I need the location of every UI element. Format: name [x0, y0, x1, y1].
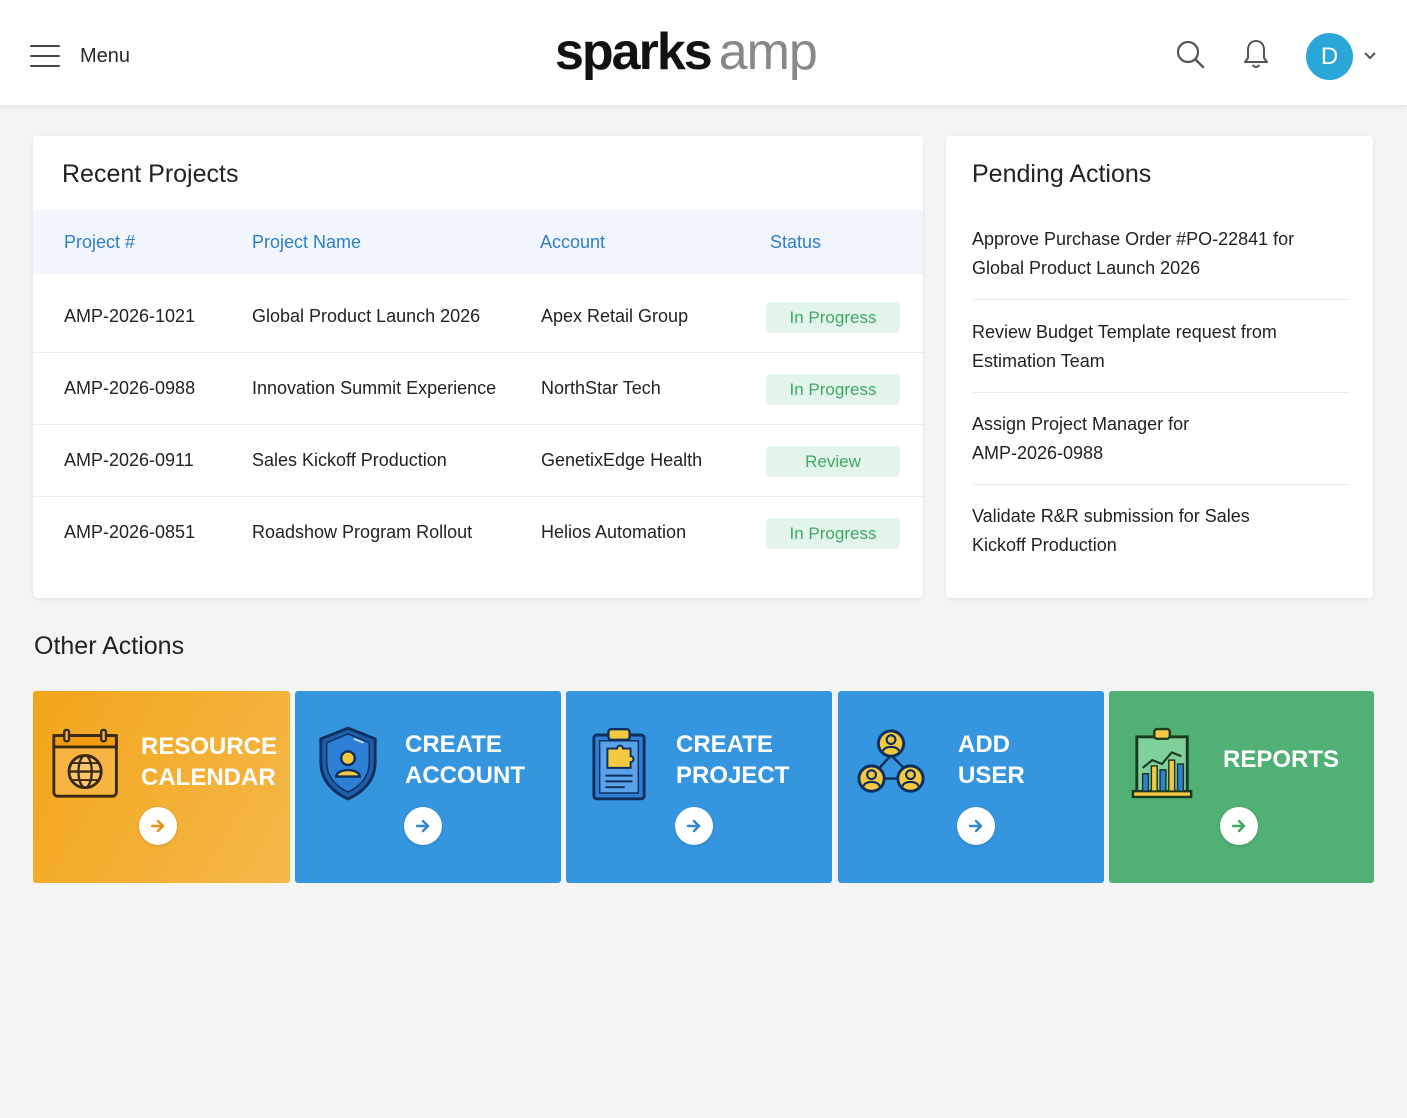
- reports-tile[interactable]: REPORTS: [1109, 691, 1374, 883]
- column-header[interactable]: Status: [770, 232, 821, 253]
- pending-actions-title: Pending Actions: [972, 160, 1152, 188]
- recent-projects-card: Recent Projects Project # Project Name A…: [33, 136, 923, 598]
- tile-label: RESOURCE CALENDAR: [141, 731, 277, 793]
- project-number: AMP-2026-1021: [64, 306, 196, 326]
- pending-action-line: Approve Purchase Order #PO-22841 for: [972, 229, 1295, 249]
- project-account: Helios Automation: [541, 522, 687, 542]
- pending-action-line: Assign Project Manager for: [972, 414, 1190, 434]
- other-actions-title: Other Actions: [34, 632, 185, 660]
- status-badge: In Progress: [766, 374, 900, 405]
- tile-label-line: PROJECT: [676, 762, 790, 789]
- table-row[interactable]: AMP-2026-0851 Roadshow Program Rollout H…: [33, 497, 923, 569]
- tile-label: CREATE PROJECT: [676, 729, 789, 791]
- project-number: AMP-2026-0851: [64, 522, 196, 542]
- tile-label-line: RESOURCE: [141, 733, 278, 760]
- recent-projects-title: Recent Projects: [62, 160, 239, 188]
- table-row[interactable]: AMP-2026-0988 Innovation Summit Experien…: [33, 353, 923, 425]
- top-bar: Menu sparks amp D: [0, 0, 1407, 106]
- project-number: AMP-2026-0988: [64, 378, 196, 398]
- tile-label-line: CREATE: [676, 731, 773, 758]
- tile-label-line: CALENDAR: [141, 764, 276, 791]
- arrow-right-icon[interactable]: [675, 807, 713, 845]
- add-user-tile[interactable]: ADD USER: [838, 691, 1104, 883]
- menu-icon: [30, 45, 60, 67]
- calendar-globe-icon: [51, 727, 127, 807]
- arrow-right-icon[interactable]: [139, 807, 177, 845]
- logo-light-text: amp: [718, 23, 818, 81]
- arrow-right-icon[interactable]: [1220, 807, 1258, 845]
- tile-label: ADD USER: [958, 729, 1025, 791]
- table-row[interactable]: AMP-2026-1021 Global Product Launch 2026…: [33, 281, 923, 353]
- shield-user-icon: [317, 725, 393, 805]
- project-name: Innovation Summit Experience: [252, 378, 497, 398]
- resource-calendar-tile[interactable]: RESOURCE CALENDAR: [33, 691, 290, 883]
- status-badge: In Progress: [766, 302, 900, 333]
- project-name: Global Product Launch 2026: [252, 306, 481, 326]
- status-badge: In Progress: [766, 518, 900, 549]
- pending-action-line: Kickoff Production: [972, 535, 1117, 555]
- logo[interactable]: sparks amp: [555, 22, 818, 82]
- pending-action-line: Estimation Team: [972, 351, 1105, 371]
- clipboard-puzzle-icon: [590, 725, 666, 805]
- avatar[interactable]: D: [1306, 33, 1353, 80]
- menu-button[interactable]: Menu: [30, 36, 130, 76]
- logo-bold-text: sparks: [555, 23, 713, 81]
- menu-label: Menu: [80, 44, 131, 67]
- bell-icon[interactable]: [1240, 38, 1272, 70]
- search-icon[interactable]: [1174, 38, 1206, 70]
- arrow-right-icon[interactable]: [404, 807, 442, 845]
- avatar-initial: D: [1320, 42, 1339, 70]
- table-header: Project # Project Name Account Status: [33, 210, 923, 274]
- pending-actions-card: Pending Actions Approve Purchase Order #…: [946, 136, 1373, 598]
- tile-label-line: CREATE: [405, 731, 502, 758]
- project-account: Apex Retail Group: [541, 306, 689, 326]
- pending-action-item[interactable]: Validate R&R submission for Sales Kickof…: [972, 502, 1350, 560]
- tile-label: REPORTS: [1223, 744, 1339, 775]
- tile-label-line: ACCOUNT: [405, 762, 525, 789]
- status-badge: Review: [766, 446, 900, 477]
- user-group-icon: [856, 727, 932, 807]
- tile-label-line: ADD: [958, 731, 1010, 758]
- pending-action-line: AMP-2026-0988: [972, 443, 1104, 463]
- pending-action-line: Global Product Launch 2026: [972, 258, 1201, 278]
- project-number: AMP-2026-0911: [64, 450, 194, 470]
- project-name: Sales Kickoff Production: [252, 450, 447, 470]
- column-header[interactable]: Project #: [64, 232, 135, 253]
- column-header[interactable]: Project Name: [252, 232, 361, 253]
- create-account-tile[interactable]: CREATE ACCOUNT: [295, 691, 561, 883]
- pending-action-item[interactable]: Approve Purchase Order #PO-22841 for Glo…: [972, 225, 1350, 283]
- column-header[interactable]: Account: [540, 232, 605, 253]
- project-name: Roadshow Program Rollout: [252, 522, 473, 542]
- bar-chart-icon: [1131, 725, 1207, 805]
- arrow-right-icon[interactable]: [957, 807, 995, 845]
- pending-action-line: Review Budget Template request from: [972, 322, 1277, 342]
- pending-action-item[interactable]: Review Budget Template request from Esti…: [972, 318, 1350, 376]
- pending-action-line: Validate R&R submission for Sales: [972, 506, 1250, 526]
- chevron-down-icon[interactable]: [1362, 48, 1378, 64]
- create-project-tile[interactable]: CREATE PROJECT: [566, 691, 832, 883]
- tile-label-line: USER: [958, 762, 1025, 789]
- tile-label-line: REPORTS: [1223, 746, 1340, 773]
- project-account: GenetixEdge Health: [541, 450, 703, 470]
- tile-label: CREATE ACCOUNT: [405, 729, 525, 791]
- table-row[interactable]: AMP-2026-0911 Sales Kickoff Production G…: [33, 425, 923, 497]
- divider: [972, 299, 1350, 300]
- divider: [972, 484, 1350, 485]
- pending-action-item[interactable]: Assign Project Manager for AMP-2026-0988: [972, 410, 1350, 468]
- divider: [972, 392, 1350, 393]
- project-account: NorthStar Tech: [541, 378, 661, 398]
